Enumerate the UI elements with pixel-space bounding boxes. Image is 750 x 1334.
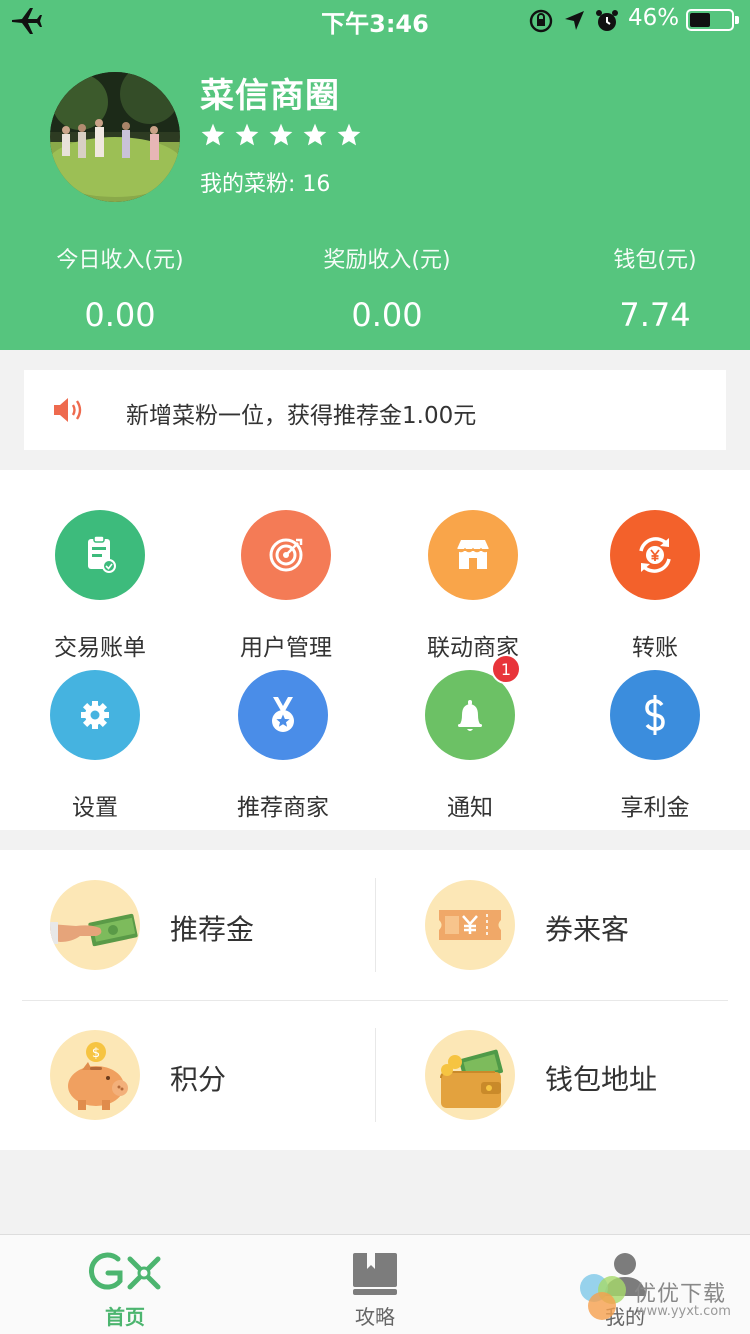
divider bbox=[375, 1028, 376, 1122]
battery-icon bbox=[686, 9, 739, 31]
shop-name: 菜信商圈 bbox=[200, 76, 340, 116]
card-label: 券来客 bbox=[545, 913, 630, 946]
stat-value: 0.00 bbox=[84, 296, 156, 334]
feature-cards: 推荐金 券来客 $ 积分 钱包地址 bbox=[0, 850, 750, 1150]
clipboard-icon bbox=[55, 510, 145, 600]
status-bar: 下午3:46 46% bbox=[0, 0, 750, 42]
store-icon bbox=[428, 510, 518, 600]
tab-label: 首页 bbox=[105, 1305, 145, 1329]
card-wallet-address[interactable]: 钱包地址 bbox=[375, 1000, 750, 1150]
notice-text: 新增菜粉一位，获得推荐金1.00元 bbox=[126, 403, 477, 429]
yuan-transfer-icon bbox=[610, 510, 700, 600]
star-icon bbox=[269, 123, 293, 146]
coupon-icon bbox=[425, 880, 515, 970]
watermark-url: www.yyxt.com bbox=[636, 1304, 731, 1319]
fans-count[interactable]: 我的菜粉: 16 bbox=[200, 166, 330, 198]
grid-label: 转账 bbox=[632, 635, 678, 661]
watermark-logo-icon bbox=[580, 1274, 626, 1320]
stat-wallet[interactable]: 钱包(元) 7.74 bbox=[590, 242, 720, 334]
card-label: 推荐金 bbox=[170, 913, 255, 946]
tab-home[interactable]: 首页 bbox=[0, 1235, 250, 1334]
stat-label: 奖励收入(元) bbox=[323, 248, 451, 273]
grid-item-transaction-bill[interactable]: 交易账单 bbox=[15, 510, 185, 662]
card-label: 钱包地址 bbox=[545, 1063, 658, 1096]
card-points[interactable]: $ 积分 bbox=[0, 1000, 375, 1150]
grid-label: 设置 bbox=[72, 795, 118, 821]
card-label: 积分 bbox=[170, 1063, 227, 1096]
grid-item-transfer[interactable]: 转账 bbox=[570, 510, 740, 662]
card-referral-bonus[interactable]: 推荐金 bbox=[0, 850, 375, 1000]
home-logo-icon bbox=[88, 1252, 161, 1290]
dollar-icon bbox=[610, 670, 700, 760]
grid-label: 享利金 bbox=[620, 795, 690, 821]
money-hand-icon bbox=[50, 880, 140, 970]
stat-today-income[interactable]: 今日收入(元) 0.00 bbox=[40, 242, 200, 334]
guide-book-icon bbox=[353, 1253, 397, 1295]
bell-icon: 1 bbox=[425, 654, 521, 760]
orientation-lock-icon bbox=[529, 9, 553, 33]
star-icon bbox=[303, 123, 327, 146]
stat-label: 钱包(元) bbox=[613, 248, 697, 273]
grid-label: 通知 bbox=[447, 795, 493, 821]
speaker-icon bbox=[54, 398, 82, 422]
star-icon bbox=[337, 123, 361, 146]
stat-value: 7.74 bbox=[619, 296, 691, 334]
grid-item-linked-merchants[interactable]: 联动商家 bbox=[388, 510, 558, 662]
gear-icon bbox=[50, 670, 140, 760]
svg-text:$: $ bbox=[92, 1046, 100, 1061]
card-coupon[interactable]: 券来客 bbox=[375, 850, 750, 1000]
grid-label: 交易账单 bbox=[54, 635, 146, 661]
grid-label: 推荐商家 bbox=[237, 795, 329, 821]
battery-percent: 46% bbox=[628, 5, 680, 31]
divider bbox=[375, 878, 376, 972]
stat-value: 0.00 bbox=[351, 296, 423, 334]
grid-label: 联动商家 bbox=[427, 635, 519, 661]
watermark: 优优下载 www.yyxt.com bbox=[576, 1270, 746, 1326]
grid-item-recommended-merchants[interactable]: 推荐商家 bbox=[198, 670, 368, 822]
notification-badge: 1 bbox=[491, 654, 521, 684]
star-icon bbox=[235, 123, 259, 146]
star-icon bbox=[201, 123, 225, 146]
function-grid: 交易账单 用户管理 联动商家 转账 设置 推荐商家 1 通知 享利金 bbox=[0, 470, 750, 830]
stat-reward-income[interactable]: 奖励收入(元) 0.00 bbox=[302, 242, 472, 334]
rating-stars bbox=[200, 122, 362, 148]
stat-label: 今日收入(元) bbox=[56, 248, 184, 273]
target-icon bbox=[241, 510, 331, 600]
alarm-icon bbox=[596, 10, 618, 31]
notice-bar[interactable]: 新增菜粉一位，获得推荐金1.00元 bbox=[24, 370, 726, 450]
divider bbox=[22, 1000, 728, 1001]
grid-item-user-management[interactable]: 用户管理 bbox=[201, 510, 371, 662]
grid-item-settings[interactable]: 设置 bbox=[10, 670, 180, 822]
profile-header: 下午3:46 46% 菜信商圈 我的菜粉: 16 今日收入(元) 0.00 奖励… bbox=[0, 0, 750, 350]
piggy-bank-icon: $ bbox=[50, 1030, 140, 1120]
wallet-icon bbox=[425, 1030, 515, 1120]
grid-item-profit-fund[interactable]: 享利金 bbox=[570, 670, 740, 822]
grid-item-notifications[interactable]: 1 通知 bbox=[385, 654, 555, 822]
location-icon bbox=[565, 11, 584, 30]
tab-label: 攻略 bbox=[355, 1305, 395, 1329]
avatar[interactable] bbox=[50, 72, 180, 202]
grid-label: 用户管理 bbox=[240, 635, 332, 661]
medal-icon bbox=[238, 670, 328, 760]
tab-guide[interactable]: 攻略 bbox=[250, 1235, 500, 1334]
